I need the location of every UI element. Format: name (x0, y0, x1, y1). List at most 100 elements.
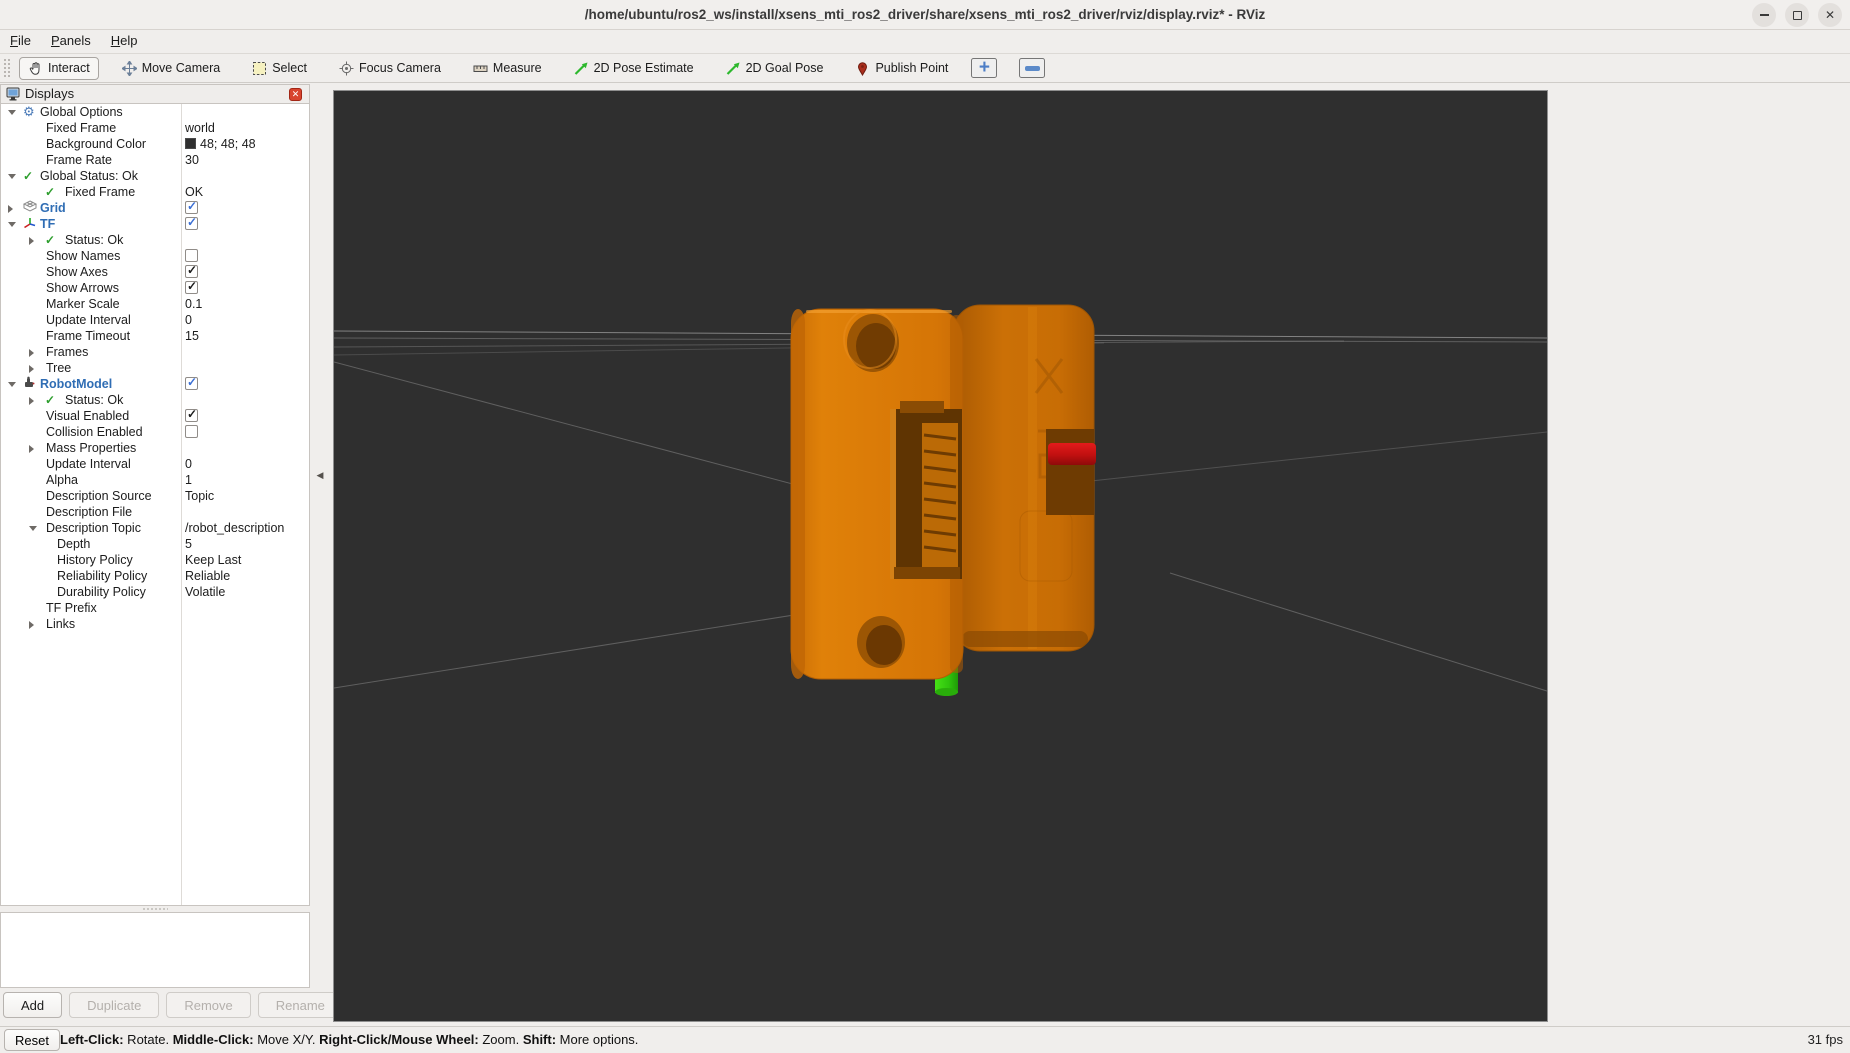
property-value[interactable]: Keep Last (185, 552, 241, 568)
tree-row[interactable]: Frame Timeout 15 (1, 328, 309, 344)
property-value[interactable]: world (185, 120, 215, 136)
checkbox[interactable] (185, 249, 198, 262)
tree-row[interactable]: Collision Enabled (1, 424, 309, 440)
tool-publish-point[interactable]: Publish Point (846, 57, 957, 80)
tree-row[interactable]: Marker Scale 0.1 (1, 296, 309, 312)
menu-panels[interactable]: Panels (41, 30, 101, 51)
checkbox[interactable]: ✓ (185, 375, 198, 390)
expander-closed-icon[interactable] (29, 445, 34, 453)
expander-open-icon[interactable] (8, 382, 16, 387)
property-value[interactable]: Reliable (185, 568, 230, 584)
duplicate-button[interactable]: Duplicate (69, 992, 160, 1018)
hide-left-dock-button[interactable]: ◀ (313, 468, 327, 482)
tool-2d-pose-estimate[interactable]: 2D Pose Estimate (565, 57, 703, 80)
checkbox[interactable]: ✓ (185, 407, 198, 422)
tree-row[interactable]: Links (1, 616, 309, 632)
tree-row[interactable]: Frames (1, 344, 309, 360)
tree-row[interactable]: ✓ Status: Ok (1, 392, 309, 408)
zoom-out-icon[interactable] (1019, 58, 1046, 78)
property-value[interactable]: 0.1 (185, 296, 202, 312)
tree-row[interactable]: Durability Policy Volatile (1, 584, 309, 600)
tree-row[interactable]: Visual Enabled ✓ (1, 407, 309, 424)
zoom-in-icon[interactable]: + (971, 58, 998, 78)
tree-row[interactable]: Description File (1, 504, 309, 520)
expander-closed-icon[interactable] (29, 365, 34, 373)
tree-row[interactable]: TF Prefix (1, 600, 309, 616)
menu-file[interactable]: File (0, 30, 41, 51)
panel-close-icon[interactable]: ✕ (289, 88, 302, 101)
tool-focus-camera[interactable]: Focus Camera (330, 57, 450, 80)
expander-open-icon[interactable] (8, 174, 16, 179)
property-value[interactable]: 0 (185, 456, 192, 472)
tree-row[interactable]: Fixed Frame world (1, 120, 309, 136)
property-value[interactable]: /robot_description (185, 520, 284, 536)
checkbox[interactable]: ✓ (185, 263, 198, 278)
tree-row[interactable]: TF ✓ (1, 215, 309, 232)
titlebar[interactable]: /home/ubuntu/ros2_ws/install/xsens_mti_r… (0, 0, 1850, 30)
checkbox[interactable]: ✓ (185, 279, 198, 294)
tree-row[interactable]: History Policy Keep Last (1, 552, 309, 568)
tool-label: Move Camera (141, 61, 221, 75)
property-label: Links (46, 617, 76, 631)
tree-row[interactable]: Update Interval 0 (1, 456, 309, 472)
expander-closed-icon[interactable] (29, 621, 34, 629)
checkbox[interactable] (185, 425, 198, 438)
tree-row[interactable]: Frame Rate 30 (1, 152, 309, 168)
expander-closed-icon[interactable] (29, 237, 34, 245)
tree-row[interactable]: Show Arrows ✓ (1, 279, 309, 296)
displays-panel-header[interactable]: Displays ✕ (0, 84, 310, 103)
tool-2d-goal-pose[interactable]: 2D Goal Pose (717, 57, 833, 80)
checkbox[interactable]: ✓ (185, 215, 198, 230)
property-value[interactable]: 15 (185, 328, 199, 344)
tree-row[interactable]: ✓ Global Status: Ok (1, 168, 309, 184)
rename-button[interactable]: Rename (257, 992, 343, 1018)
tree-row[interactable]: Update Interval 0 (1, 312, 309, 328)
tree-row[interactable]: Tree (1, 360, 309, 376)
tree-row[interactable]: Mass Properties (1, 440, 309, 456)
tool-select[interactable]: Select (243, 57, 316, 80)
tree-row[interactable]: Show Names (1, 248, 309, 264)
tree-row[interactable]: ✓ Fixed Frame OK (1, 184, 309, 200)
reset-button[interactable]: Reset (4, 1029, 60, 1051)
property-value[interactable]: 30 (185, 152, 199, 168)
menu-help[interactable]: Help (101, 30, 148, 51)
expander-open-icon[interactable] (8, 110, 16, 115)
tree-row[interactable]: Reliability Policy Reliable (1, 568, 309, 584)
minimize-icon[interactable] (1752, 3, 1776, 27)
expander-open-icon[interactable] (29, 526, 37, 531)
property-value[interactable]: 48; 48; 48 (185, 136, 256, 152)
tree-row[interactable]: ✓ Status: Ok (1, 232, 309, 248)
tree-row[interactable]: Grid ✓ (1, 199, 309, 216)
property-description-panel (0, 912, 310, 988)
remove-button[interactable]: Remove (166, 992, 251, 1018)
tree-row[interactable]: Description Topic/robot_description (1, 520, 309, 536)
close-icon[interactable]: ✕ (1818, 3, 1842, 27)
toolbar-grip[interactable] (3, 58, 11, 78)
expander-closed-icon[interactable] (8, 205, 13, 213)
tree-row[interactable]: Background Color 48; 48; 48 (1, 136, 309, 152)
add-button[interactable]: Add (3, 992, 63, 1018)
tree-row[interactable]: Show Axes ✓ (1, 263, 309, 280)
property-value[interactable]: 1 (185, 472, 192, 488)
tree-row[interactable]: Depth 5 (1, 536, 309, 552)
checkbox[interactable]: ✓ (185, 199, 198, 214)
property-value[interactable]: 5 (185, 536, 192, 552)
3d-viewport[interactable] (333, 90, 1548, 1022)
property-value[interactable]: Volatile (185, 584, 225, 600)
tool-move-camera[interactable]: Move Camera (113, 57, 230, 80)
tool-interact[interactable]: Interact (19, 56, 99, 80)
expander-open-icon[interactable] (8, 222, 16, 227)
property-value[interactable]: 0 (185, 312, 192, 328)
tool-measure[interactable]: Measure (464, 57, 551, 80)
expander-closed-icon[interactable] (29, 349, 34, 357)
tree-row[interactable]: ⚙ Global Options (1, 104, 309, 120)
tree-row[interactable]: Alpha 1 (1, 472, 309, 488)
property-value[interactable]: Topic (185, 488, 214, 504)
expander-closed-icon[interactable] (29, 397, 34, 405)
property-label: Update Interval (46, 457, 131, 471)
model-notch (1046, 429, 1094, 515)
property-value[interactable]: OK (185, 184, 203, 200)
maximize-icon[interactable] (1785, 3, 1809, 27)
tree-row[interactable]: RobotModel ✓ (1, 375, 309, 392)
tree-row[interactable]: Description Source Topic (1, 488, 309, 504)
